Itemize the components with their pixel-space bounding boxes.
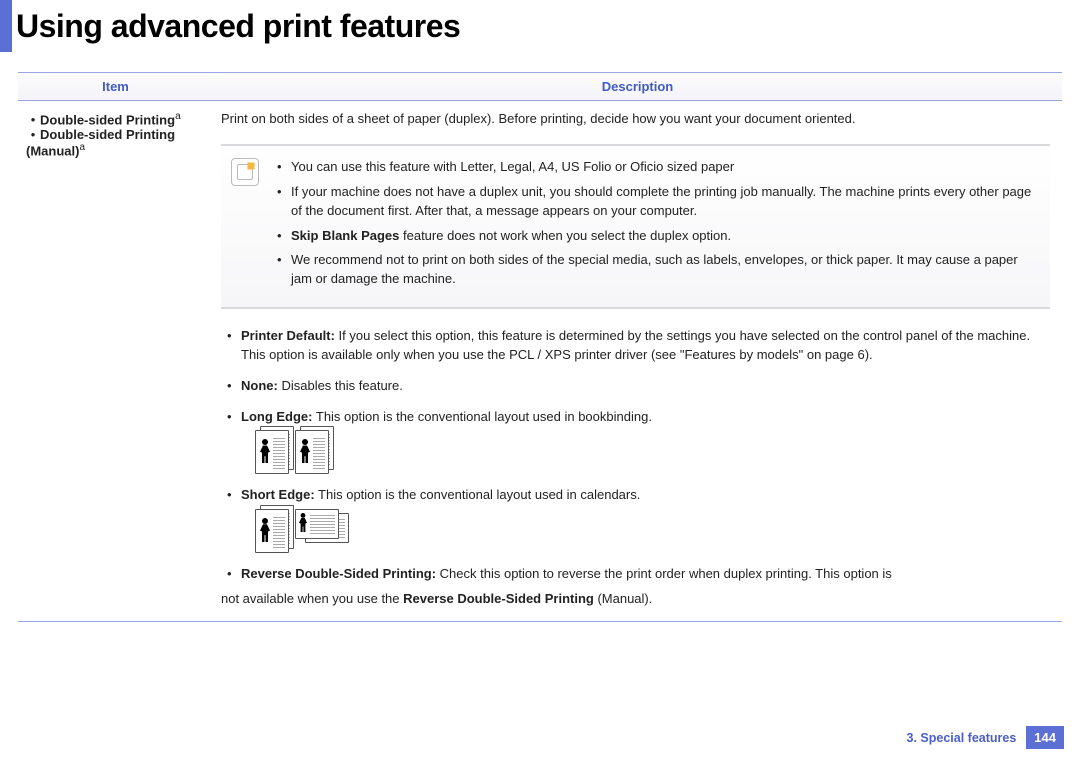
item-line-2: •Double-sided Printing (Manual)a — [26, 127, 205, 158]
footer-page-number: 144 — [1026, 726, 1064, 749]
lead-text: Print on both sides of a sheet of paper … — [221, 111, 1054, 126]
content-area: Item Description •Double-sided Printinga… — [0, 72, 1080, 622]
note-item: We recommend not to print on both sides … — [273, 251, 1040, 289]
table-row: •Double-sided Printinga •Double-sided Pr… — [18, 101, 1062, 622]
th-description: Description — [213, 73, 1062, 101]
options-list: Printer Default: If you select this opti… — [221, 327, 1050, 584]
option-short-edge: Short Edge: This option is the conventio… — [221, 486, 1050, 553]
footer-chapter: 3. Special features — [907, 731, 1017, 745]
diagram-stack — [295, 509, 355, 543]
table-header-row: Item Description — [18, 73, 1062, 101]
page-title: Using advanced print features — [16, 8, 460, 45]
diagram-stack — [295, 430, 329, 474]
note-bold: Skip Blank Pages — [291, 228, 399, 243]
features-table: Item Description •Double-sided Printinga… — [18, 72, 1062, 622]
diagram-stack — [255, 509, 289, 553]
item-label-1: Double-sided Printing — [40, 112, 175, 127]
note-item: You can use this feature with Letter, Le… — [273, 158, 1040, 177]
item-line-1: •Double-sided Printinga — [26, 111, 205, 127]
note-box: You can use this feature with Letter, Le… — [221, 144, 1050, 309]
description-cell: Print on both sides of a sheet of paper … — [213, 101, 1062, 622]
page-footer: 3. Special features 144 — [907, 726, 1064, 749]
long-edge-diagram — [255, 430, 1050, 474]
note-icon — [231, 158, 259, 186]
option-reverse-duplex: Reverse Double-Sided Printing: Check thi… — [221, 565, 1050, 584]
item-cell: •Double-sided Printinga •Double-sided Pr… — [18, 101, 213, 622]
diagram-stack — [255, 430, 289, 474]
note-item: Skip Blank Pages feature does not work w… — [273, 227, 1040, 246]
item-sup-2: a — [79, 142, 85, 153]
th-item: Item — [18, 73, 213, 101]
note-item: If your machine does not have a duplex u… — [273, 183, 1040, 221]
page-header: Using advanced print features — [0, 0, 1080, 52]
item-label-2: Double-sided Printing (Manual) — [26, 127, 175, 158]
note-list: You can use this feature with Letter, Le… — [273, 158, 1040, 295]
option-none: None: Disables this feature. — [221, 377, 1050, 396]
option-long-edge: Long Edge: This option is the convention… — [221, 408, 1050, 475]
item-sup-1: a — [175, 111, 181, 122]
trailing-note: not available when you use the Reverse D… — [221, 590, 1054, 609]
option-printer-default: Printer Default: If you select this opti… — [221, 327, 1050, 365]
header-accent — [0, 0, 12, 52]
short-edge-diagram — [255, 509, 1050, 553]
note-rest: feature does not work when you select th… — [399, 228, 731, 243]
